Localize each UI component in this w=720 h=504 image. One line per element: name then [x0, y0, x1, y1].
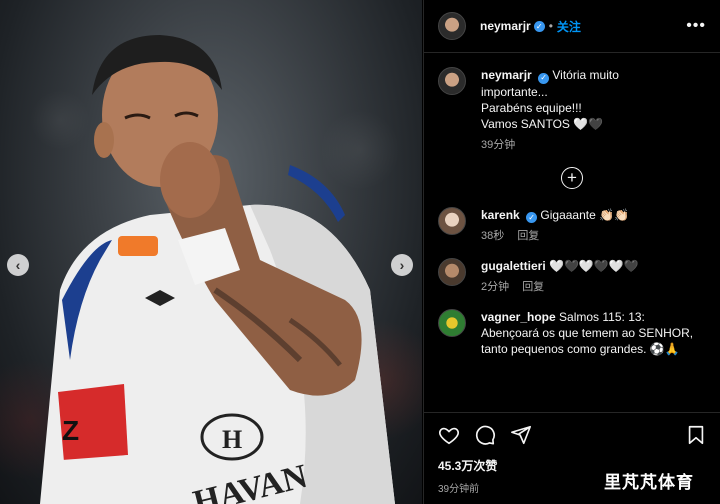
svg-text:Z: Z — [62, 415, 79, 446]
caption: neymarjr ✓ Vitória muito importante... P… — [438, 67, 706, 153]
comments-section: neymarjr ✓ Vitória muito importante... P… — [424, 53, 720, 357]
comment-emoji: ⚽🙏 — [649, 342, 680, 356]
comment-time: 38秒 — [481, 230, 505, 242]
caption-username[interactable]: neymarjr — [481, 68, 532, 82]
comment-time: 2分钟 — [481, 281, 510, 293]
commenter-avatar[interactable] — [438, 206, 466, 235]
caption-line: Parabéns equipe!!! — [481, 100, 582, 115]
comment-item: karenk ✓ Gigaaante 👏🏻👏🏻 38秒 回复 — [438, 206, 706, 245]
bookmark-icon[interactable] — [685, 424, 707, 446]
commenter-avatar[interactable] — [438, 258, 466, 286]
caption-emoji: 🤍🖤 — [573, 116, 604, 131]
more-options-icon[interactable]: ••• — [686, 18, 706, 34]
author-avatar[interactable] — [438, 67, 466, 95]
commenter-avatar[interactable] — [438, 309, 466, 337]
comment-item: vagner_hope Salmos 115: 13: Abençoará os… — [438, 309, 706, 357]
previous-image-button[interactable]: ‹ — [7, 254, 29, 276]
commenter-username[interactable]: karenk — [481, 208, 520, 222]
post-photo[interactable]: Z H HAVAN ‹ › — [0, 0, 422, 504]
separator-dot: • — [548, 19, 553, 33]
comment-text: Gigaaante — [540, 207, 596, 222]
heart-icon[interactable] — [438, 424, 460, 446]
post-side-panel: neymarjr ✓ • 关注 ••• neymarjr ✓ Vitória m… — [423, 0, 720, 504]
author-avatar[interactable] — [438, 12, 466, 40]
caption-time: 39分钟 — [481, 138, 516, 151]
reply-button[interactable]: 回复 — [522, 281, 544, 293]
author-username[interactable]: neymarjr — [480, 19, 531, 33]
comment-emoji: 👏🏻👏🏻 — [599, 207, 630, 222]
load-more-comments-button[interactable]: + — [561, 166, 583, 189]
follow-button[interactable]: 关注 — [557, 18, 581, 35]
next-image-button[interactable]: › — [391, 254, 413, 276]
verified-badge-icon: ✓ — [538, 72, 550, 84]
post-header: neymarjr ✓ • 关注 ••• — [424, 0, 720, 53]
share-icon[interactable] — [510, 424, 532, 446]
player-illustration: Z H HAVAN — [40, 35, 395, 504]
verified-badge-icon: ✓ — [533, 20, 545, 32]
caption-line: importante... — [481, 84, 548, 99]
comment-item: gugalettieri 🤍🖤🤍🖤🤍🖤 2分钟 回复 — [438, 258, 706, 295]
caption-line: Vamos SANTOS — [481, 116, 570, 131]
reply-button[interactable]: 回复 — [517, 230, 539, 242]
watermark-text: 里芃芃体育 — [604, 473, 694, 493]
commenter-username[interactable]: gugalettieri — [481, 259, 546, 273]
comment-icon[interactable] — [474, 424, 496, 446]
verified-badge-icon: ✓ — [526, 212, 538, 223]
caption-line: Vitória muito — [552, 68, 619, 82]
sponsor-logo-h: H — [222, 425, 242, 454]
comment-emoji: 🤍🖤🤍🖤🤍🖤 — [549, 259, 639, 273]
commenter-username[interactable]: vagner_hope — [481, 310, 556, 324]
